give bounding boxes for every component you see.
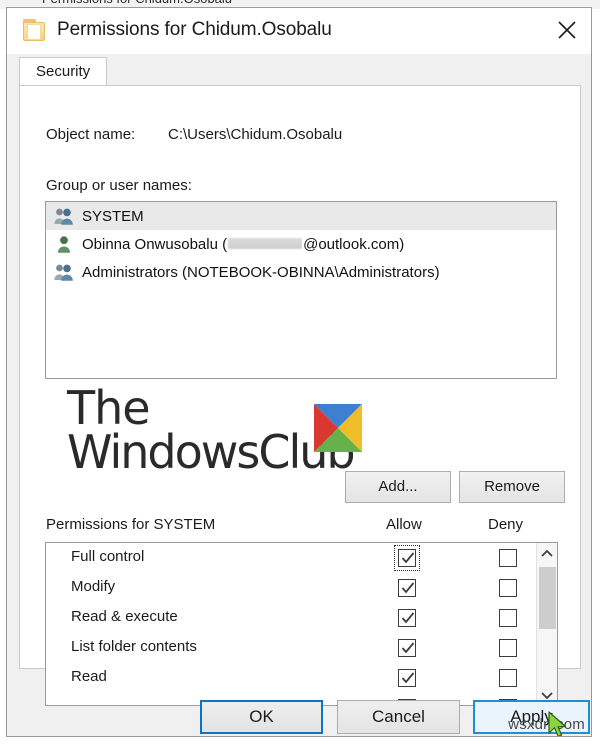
- table-row[interactable]: List folder contents: [46, 633, 557, 663]
- users-group-icon: [53, 262, 75, 282]
- chevron-up-icon[interactable]: [537, 543, 557, 563]
- list-item-system[interactable]: SYSTEM: [46, 202, 556, 230]
- group-or-user-list[interactable]: SYSTEM Obinna Onwusobalu ( @outlook.com): [45, 201, 557, 379]
- object-name-label: Object name:: [46, 126, 136, 143]
- scrollbar-thumb[interactable]: [539, 567, 556, 629]
- deny-checkbox[interactable]: [499, 669, 517, 687]
- permission-label: List folder contents: [71, 638, 197, 655]
- list-item-label-prefix: Obinna Onwusobalu (: [82, 235, 228, 253]
- list-item-label-suffix: @outlook.com): [303, 235, 405, 253]
- tab-security[interactable]: Security: [19, 57, 108, 86]
- remove-button[interactable]: Remove: [459, 471, 565, 503]
- permissions-for-label: Permissions for SYSTEM: [46, 516, 216, 533]
- permissions-scrollbar[interactable]: [536, 543, 557, 705]
- pinwheel-logo-icon: [314, 404, 362, 452]
- security-tab-panel: Object name: C:\Users\Chidum.Osobalu Grou…: [19, 85, 581, 706]
- user-icon: [53, 234, 75, 254]
- background-window-title: Permissions for Chidum.Osobalu: [42, 0, 232, 6]
- add-button[interactable]: Add...: [345, 471, 451, 503]
- allow-checkbox[interactable]: [398, 609, 416, 627]
- deny-checkbox[interactable]: [499, 639, 517, 657]
- window-title: Permissions for Chidum.Osobalu: [57, 19, 332, 40]
- apply-button[interactable]: Apply: [473, 700, 590, 734]
- allow-checkbox[interactable]: [398, 579, 416, 597]
- table-row[interactable]: Full control: [46, 543, 557, 573]
- list-item-label: SYSTEM: [82, 207, 144, 225]
- close-icon[interactable]: [543, 8, 591, 54]
- permission-label: Read & execute: [71, 608, 178, 625]
- permission-label: Modify: [71, 578, 116, 595]
- redacted-email-block: [228, 237, 303, 249]
- permission-label: Read: [71, 668, 107, 685]
- ok-button[interactable]: OK: [200, 700, 323, 734]
- permission-label: Full control: [71, 548, 145, 565]
- object-name-row: Object name: C:\Users\Chidum.Osobalu: [46, 126, 342, 143]
- deny-column-header: Deny: [488, 516, 524, 533]
- permissions-dialog: Permissions for Chidum.Osobalu Security …: [6, 7, 592, 737]
- group-or-user-names-label: Group or user names:: [46, 177, 192, 194]
- allow-column-header: Allow: [386, 516, 422, 533]
- deny-checkbox[interactable]: [499, 579, 517, 597]
- deny-checkbox[interactable]: [499, 549, 517, 567]
- list-item-label: Administrators (NOTEBOOK-OBINNA\Administ…: [82, 263, 440, 281]
- folder-icon: [23, 19, 46, 41]
- table-row[interactable]: Read & execute: [46, 603, 557, 633]
- allow-checkbox[interactable]: [398, 669, 416, 687]
- title-bar: Permissions for Chidum.Osobalu: [7, 8, 591, 54]
- watermark-line2: WindowsClub: [67, 425, 356, 479]
- windowsclub-watermark: The WindowsClub: [67, 381, 362, 479]
- cancel-button[interactable]: Cancel: [337, 700, 460, 734]
- watermark-line1: The: [67, 381, 151, 435]
- table-row[interactable]: Modify: [46, 573, 557, 603]
- list-item-administrators[interactable]: Administrators (NOTEBOOK-OBINNA\Administ…: [46, 258, 556, 286]
- users-group-icon: [53, 206, 75, 226]
- tab-strip: Security: [19, 56, 581, 86]
- table-row[interactable]: Read: [46, 663, 557, 693]
- list-item-obinna[interactable]: Obinna Onwusobalu ( @outlook.com): [46, 230, 556, 258]
- allow-checkbox[interactable]: [398, 639, 416, 657]
- deny-checkbox[interactable]: [499, 609, 517, 627]
- permissions-list: Full control Modify Read & execute List …: [45, 542, 558, 706]
- object-name-value: C:\Users\Chidum.Osobalu: [168, 126, 343, 143]
- allow-checkbox[interactable]: [398, 549, 416, 567]
